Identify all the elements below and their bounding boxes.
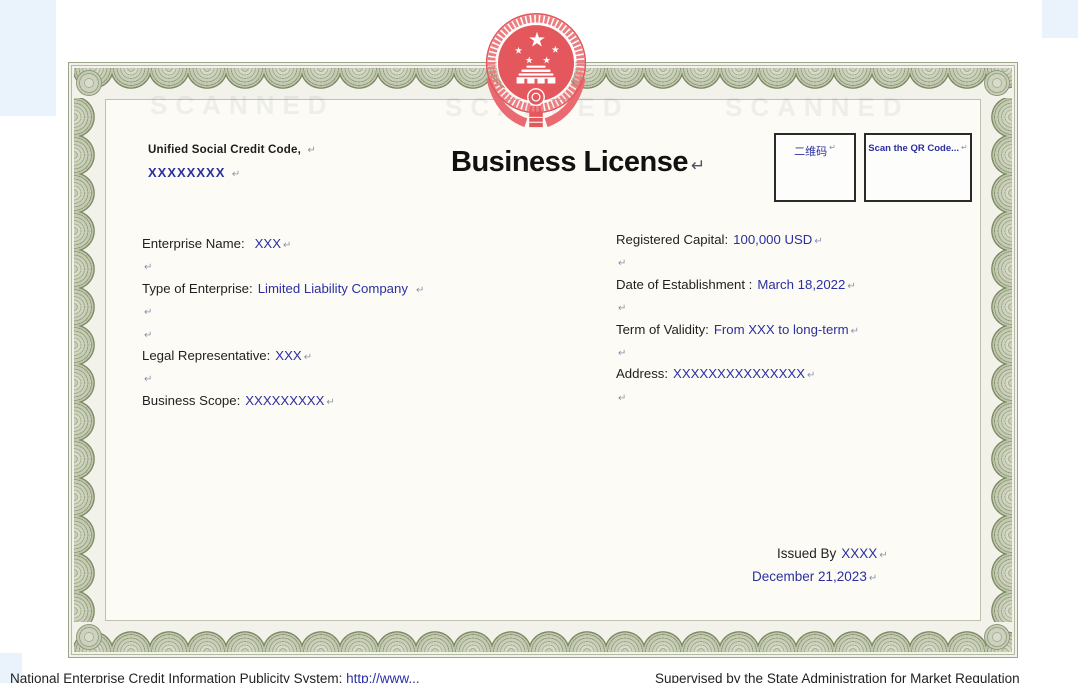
address-label: Address: <box>616 366 668 381</box>
issued-by-line: Issued By XXXX↵ <box>777 546 888 569</box>
right-fields-column: Registered Capital:100,000 USD↵ ↵ Date o… <box>616 232 859 411</box>
establishment-date-value: March 18,2022 <box>757 277 845 292</box>
field-row-enterprise-name: Enterprise Name: XXX↵ <box>142 236 424 258</box>
field-row-address: Address: XXXXXXXXXXXXXXX↵ <box>616 366 859 388</box>
field-row-registered-capital: Registered Capital: 100,000 USD↵ <box>616 232 859 254</box>
border-band-bottom <box>74 622 1012 652</box>
blank-line: ↵ <box>142 370 424 392</box>
paragraph-mark: ↵ <box>144 307 152 318</box>
title-block: Business License↵ <box>451 146 705 179</box>
issued-by-value: XXXX <box>841 546 877 561</box>
paragraph-mark: ↵ <box>232 169 240 180</box>
establishment-date-label: Date of Establishment : <box>616 277 752 292</box>
paragraph-mark: ↵ <box>807 370 815 381</box>
border-corner-rosette <box>76 624 102 650</box>
paragraph-mark: ↵ <box>618 303 626 314</box>
blank-line: ↵ <box>616 389 859 411</box>
blank-line: ↵ <box>142 303 424 325</box>
registered-capital-label: Registered Capital: <box>616 232 728 247</box>
paragraph-mark: ↵ <box>618 393 626 404</box>
paragraph-mark: ↵ <box>326 397 334 408</box>
paragraph-mark: ↵ <box>307 145 315 156</box>
enterprise-type-label: Type of Enterprise: <box>142 281 253 296</box>
enterprise-type-value: Limited Liability Company <box>258 281 408 296</box>
term-of-validity-label: Term of Validity: <box>616 322 709 337</box>
blank-line: ↵ <box>142 326 424 348</box>
paragraph-mark: ↵ <box>691 156 705 175</box>
left-fields-column: Enterprise Name:XXX↵ ↵ Type of Enterpris… <box>142 236 424 415</box>
paragraph-mark: ↵ <box>879 550 887 561</box>
paragraph-mark: ↵ <box>304 352 312 363</box>
watermark: SCANNED <box>150 90 335 121</box>
enterprise-name-value: XXX <box>255 236 281 251</box>
field-row-enterprise-type: Type of Enterprise: Limited Liability Com… <box>142 281 424 303</box>
border-corner-rosette <box>76 70 102 96</box>
issuance-block: Issued ByXXXX↵ December 21,2023↵ <box>752 546 888 591</box>
paragraph-mark: ↵ <box>144 262 152 273</box>
paragraph-mark: ↵ <box>144 330 152 341</box>
issued-by-label: Issued By <box>777 546 836 561</box>
credit-code-value: XXXXXXXX <box>148 165 225 180</box>
credit-code-label: Unified Social Credit Code, <box>148 144 301 156</box>
issue-date-line: December 21,2023↵ <box>752 569 888 592</box>
national-emblem-icon <box>482 8 590 130</box>
watermark: SCANNED <box>725 92 910 123</box>
border-band-right <box>982 98 1012 622</box>
paragraph-mark: ↵ <box>847 281 855 292</box>
page-title: Business License <box>451 146 688 178</box>
paragraph-mark: ↵ <box>851 326 859 337</box>
border-corner-rosette <box>984 70 1010 96</box>
blank-line: ↵ <box>616 299 859 321</box>
term-of-validity-value: From XXX to long-term <box>714 322 849 337</box>
border-corner-rosette <box>984 624 1010 650</box>
paragraph-mark: ↵ <box>829 143 836 152</box>
scan-tint-top-left <box>0 0 56 116</box>
footer-link[interactable]: http://www... <box>346 671 420 683</box>
field-row-business-scope: Business Scope: XXXXXXXXX↵ <box>142 393 424 415</box>
blank-line: ↵ <box>616 254 859 276</box>
enterprise-name-label: Enterprise Name: <box>142 236 245 251</box>
scan-qr-box-label: Scan the QR Code... <box>868 143 959 154</box>
paragraph-mark: ↵ <box>283 240 291 251</box>
paragraph-mark: ↵ <box>144 374 152 385</box>
paragraph-mark: ↵ <box>961 143 968 152</box>
footer-right: Supervised by the State Administration f… <box>655 671 1020 683</box>
paragraph-mark: ↵ <box>618 258 626 269</box>
paragraph-mark: ↵ <box>814 236 822 247</box>
legal-representative-value: XXX <box>275 348 301 363</box>
paragraph-mark: ↵ <box>618 348 626 359</box>
legal-representative-label: Legal Representative: <box>142 348 270 363</box>
scan-qr-box: Scan the QR Code...↵ <box>864 133 972 202</box>
field-row-legal-representative: Legal Representative: XXX↵ <box>142 348 424 370</box>
scan-tint-top-right <box>1042 0 1078 38</box>
registered-capital-value: 100,000 USD <box>733 232 812 247</box>
footer-left: National Enterprise Credit Information P… <box>10 671 420 683</box>
address-value: XXXXXXXXXXXXXXX <box>673 366 805 381</box>
paragraph-mark: ↵ <box>416 285 424 296</box>
blank-line: ↵ <box>142 258 424 280</box>
qr-code-box-label: 二维码 <box>794 143 827 159</box>
business-scope-label: Business Scope: <box>142 393 240 408</box>
footer-left-text: National Enterprise Credit Information P… <box>10 671 342 683</box>
field-row-establishment-date: Date of Establishment : March 18,2022↵ <box>616 277 859 299</box>
field-row-term-of-validity: Term of Validity: From XXX to long-term↵ <box>616 322 859 344</box>
footer-right-text: Supervised by the State Administration f… <box>655 671 1020 683</box>
issue-date-value: December 21,2023 <box>752 569 867 584</box>
business-scope-value: XXXXXXXXX <box>245 393 324 408</box>
business-license-page: SCANNED SCANNED SCANNED Unified Social C… <box>0 0 1078 683</box>
blank-line: ↵ <box>616 344 859 366</box>
border-band-left <box>74 98 104 622</box>
qr-code-box: 二维码↵ <box>774 133 856 202</box>
paragraph-mark: ↵ <box>869 573 877 584</box>
credit-code-block: Unified Social Credit Code, ↵ XXXXXXXX ↵ <box>148 140 316 182</box>
